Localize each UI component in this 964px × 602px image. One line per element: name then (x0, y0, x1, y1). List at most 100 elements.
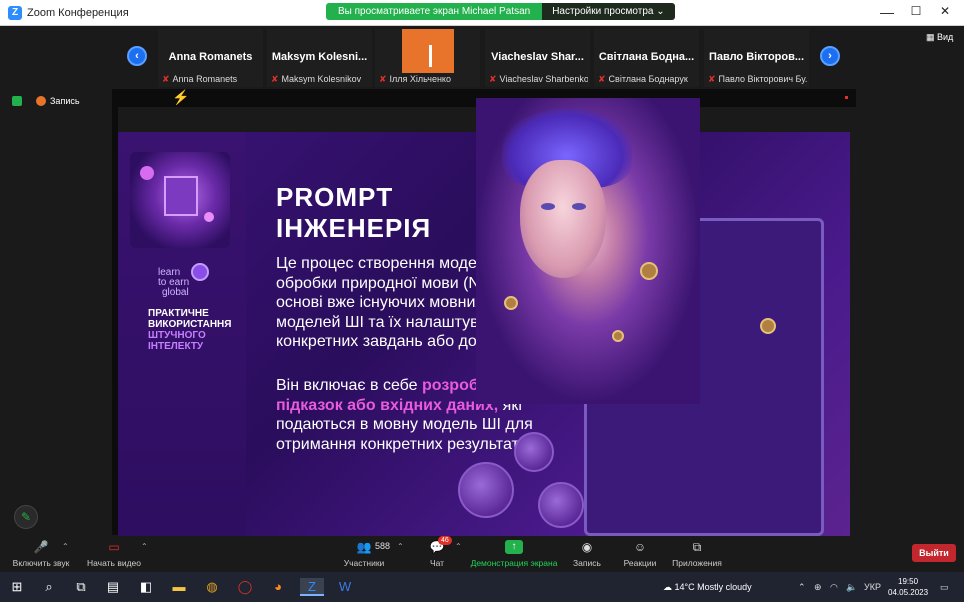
chrome-icon[interactable]: ◍ (203, 578, 221, 596)
participant-tile[interactable]: Maksym Kolesni... ✘ Maksym Kolesnikov (267, 29, 372, 87)
view-button[interactable]: ▦ Вид (926, 32, 953, 43)
participants-count: 588 (375, 541, 391, 551)
participant-name: Viacheslav Sharbenko (499, 74, 588, 84)
course-title: ПРАКТИЧНЕ ВИКОРИСТАННЯ ШТУЧНОГО ІНТЕЛЕКТ… (148, 308, 244, 352)
reactions-button[interactable]: ☺ Реакции (622, 540, 658, 568)
share-screen-icon: ↑ (505, 540, 523, 554)
logo-line: global (162, 287, 189, 298)
muted-mic-icon: ✘ (598, 74, 606, 84)
participant-tile[interactable]: Viacheslav Shar... ✘ Viacheslav Sharbenko (485, 29, 590, 87)
file-explorer-icon[interactable]: ▬ (170, 578, 188, 596)
gallery-prev-button[interactable]: ‹ (127, 46, 147, 66)
share-banner: Вы просматриваете экран Michael Patsan Н… (326, 3, 675, 20)
paragraph-text: Він включає в себе (276, 377, 423, 394)
zoom-taskbar-icon[interactable]: Z (300, 578, 324, 596)
participant-name-large: Павло Вікторов... (708, 51, 805, 63)
eye-decoration (541, 203, 555, 210)
record-icon (36, 96, 46, 106)
wifi-icon[interactable]: ◠ (830, 582, 838, 593)
firefox-icon[interactable]: ◕ (269, 578, 287, 596)
close-button[interactable]: ✕ (936, 4, 954, 18)
participant-name-label: ✘ Anna Romanets (162, 74, 261, 85)
participant-tile[interactable]: Павло Вікторов... ✘ Павло Вікторович Бу..… (704, 29, 809, 87)
share-screen-button[interactable]: ↑ Демонстрация экрана (470, 540, 558, 568)
view-settings-label: Настройки просмотра (552, 6, 654, 17)
annotation-mark-icon: ⚡ (172, 89, 190, 105)
face-decoration (520, 160, 606, 278)
record-icon: ◉ (581, 540, 593, 554)
apps-icon: ⧉ (692, 540, 702, 554)
muted-mic-icon: ✘ (708, 74, 716, 84)
search-icon[interactable]: ⌕ (40, 578, 58, 596)
view-settings-button[interactable]: Настройки просмотра ⌄ (542, 3, 675, 20)
annotate-pencil-button[interactable]: ✎ (14, 505, 38, 529)
start-video-button[interactable]: ▭ Начать видео (86, 540, 142, 568)
word-icon[interactable]: W (336, 578, 354, 596)
participant-name-large: Anna Romanets (168, 51, 253, 63)
weather-text: 14°C Mostly cloudy (674, 582, 752, 592)
unmute-label: Включить звук (12, 558, 70, 568)
learn-to-earn-logo: learn to earn global (158, 268, 189, 298)
leave-meeting-button[interactable]: Выйти (912, 544, 956, 562)
video-off-icon: ▭ (108, 540, 120, 554)
participant-name-label: ✘ Maksym Kolesnikov (271, 74, 370, 85)
apps-label: Приложения (672, 558, 722, 568)
participant-name-label: ✘ Павло Вікторович Бу... (708, 74, 807, 85)
muted-mic-icon: ✘ (379, 74, 387, 84)
notifications-icon[interactable]: ▭ (940, 582, 949, 593)
gear-decoration (640, 262, 658, 280)
participant-tile[interactable]: Світлана Бодна... ✘ Світлана Боднарук (594, 29, 699, 87)
gear-decoration (504, 296, 518, 310)
apps-button[interactable]: ⧉ Приложения (670, 540, 724, 568)
zoom-window: Z Zoom Конференция Вы просматриваете экр… (0, 0, 964, 602)
store-icon[interactable]: ▤ (104, 578, 122, 596)
participants-options-caret[interactable]: ⌃ (397, 542, 404, 551)
taskbar-clock[interactable]: 19:50 04.05.2023 (888, 576, 928, 598)
maximize-button[interactable]: ☐ (907, 4, 925, 18)
volume-icon[interactable]: 🔈 (846, 582, 857, 593)
video-options-caret[interactable]: ⌃ (141, 542, 148, 551)
participant-tile[interactable]: ✘ Ілля Хільченко (375, 29, 480, 87)
tray-overflow-icon[interactable]: ⌃ (798, 582, 806, 593)
clock-date: 04.05.2023 (888, 588, 929, 597)
recording-indicator[interactable]: Запись (12, 96, 80, 106)
avatar (429, 45, 432, 67)
smiley-icon: ☺ (633, 540, 647, 554)
opera-icon[interactable]: ◯ (236, 578, 254, 596)
gallery-next-button[interactable]: › (820, 46, 840, 66)
cloud-icon: ☁ (663, 582, 672, 592)
windows-start-icon[interactable]: ⊞ (8, 578, 26, 596)
participant-name-label: ✘ Viacheslav Sharbenko (489, 74, 588, 85)
coin-decoration (538, 482, 584, 528)
minimize-button[interactable]: — (878, 4, 896, 20)
participant-video (402, 29, 454, 73)
language-indicator[interactable]: УКР (864, 582, 881, 592)
participant-name: Павло Вікторович Бу... (718, 74, 807, 84)
participant-name: Anna Romanets (172, 74, 238, 84)
audio-options-caret[interactable]: ⌃ (62, 542, 69, 551)
slide-sidebar: learn to earn global ПРАКТИЧНЕ ВИКОРИСТА… (118, 132, 246, 536)
window-title: Zoom Конференция (27, 7, 129, 19)
chat-label: Чат (429, 558, 445, 568)
chat-options-caret[interactable]: ⌃ (455, 542, 462, 551)
participant-tile[interactable]: Anna Romanets ✘ Anna Romanets (158, 29, 263, 87)
view-label: Вид (937, 32, 954, 42)
muted-mic-icon: ✘ (489, 74, 497, 84)
share-banner-text: Вы просматриваете экран Michael Patsan (326, 3, 543, 20)
participant-name-large: Світлана Бодна... (598, 51, 695, 63)
clock-time: 19:50 (898, 577, 919, 586)
participant-name: Maksym Kolesnikov (281, 74, 362, 84)
participant-name-large: Maksym Kolesni... (271, 51, 368, 63)
record-button[interactable]: ◉ Запись (570, 540, 604, 568)
network-icon[interactable]: ⊕ (814, 582, 822, 593)
reactions-label: Реакции (623, 558, 657, 568)
app-icon[interactable]: ◧ (137, 578, 155, 596)
cursor-dot (845, 96, 848, 99)
participants-label: Участники (343, 558, 385, 568)
task-view-icon[interactable]: ⧉ (72, 578, 90, 596)
shield-icon (12, 96, 22, 106)
weather-widget[interactable]: ☁ 14°C Mostly cloudy (663, 582, 752, 593)
chat-unread-badge: 46 (438, 536, 452, 545)
course-title-white: ПРАКТИЧНЕ ВИКОРИСТАННЯ (148, 308, 232, 330)
participant-name-label: ✘ Ілля Хільченко (379, 74, 478, 85)
